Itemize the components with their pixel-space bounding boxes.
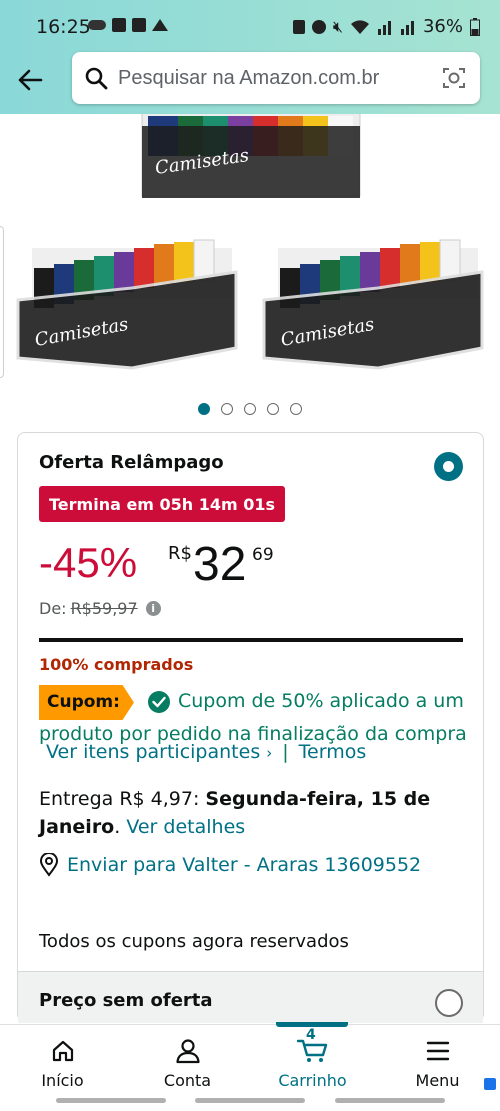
gesture-bar-left [56, 1098, 166, 1103]
offer-card: Oferta Relâmpago Termina em 05h 14m 01s … [17, 432, 484, 1023]
top-search-bar [0, 52, 500, 114]
offer-title: Oferta Relâmpago [39, 452, 224, 473]
pagination-dot[interactable] [267, 403, 279, 415]
view-participating-items-link[interactable]: Ver itens participantes › [46, 741, 272, 763]
lock-icon [292, 19, 305, 34]
signal-icon [377, 20, 391, 35]
link-separator: | [282, 741, 289, 763]
price-fraction: 69 [252, 545, 274, 565]
coupon-links: Ver itens participantes › | Termos [46, 741, 366, 763]
nav-home[interactable]: Início [0, 1025, 125, 1095]
product-image-3: Camisetas [262, 239, 484, 370]
search-icon [85, 67, 108, 90]
offer-radio-selected[interactable] [434, 452, 463, 481]
status-bar: 16:25 🔇︎ 36% [0, 0, 500, 52]
location-pin-icon [39, 853, 59, 877]
nav-menu-label: Menu [415, 1071, 460, 1090]
mountain-icon [152, 19, 168, 31]
nav-cart[interactable]: 4 Carrinho [250, 1025, 375, 1095]
chevron-right-icon: › [266, 744, 273, 762]
nav-menu[interactable]: Menu [375, 1025, 500, 1095]
no-deal-radio[interactable] [435, 989, 463, 1017]
status-time: 16:25 [36, 16, 91, 38]
menu-icon [426, 1037, 450, 1065]
price-whole: 32 [193, 538, 247, 591]
price-currency: R$ [168, 543, 192, 564]
pagination-dot[interactable] [221, 403, 233, 415]
list-price-value: R$59,97 [70, 599, 138, 618]
image-pagination-dots[interactable] [198, 403, 302, 415]
camera-scan-icon[interactable] [442, 66, 466, 90]
gallery-side-edge [0, 226, 4, 378]
gesture-bar-right [335, 1098, 445, 1103]
all-coupons-reserved: Todos os cupons agora reservados [39, 931, 349, 952]
mute-icon: 🔇︎ [332, 16, 343, 36]
info-icon[interactable]: i [145, 601, 161, 616]
alarm-icon [311, 19, 326, 34]
claimed-text: 100% comprados [39, 655, 194, 674]
pagination-dot[interactable] [244, 403, 256, 415]
claimed-progress-bar [39, 638, 463, 642]
ship-to-text: Enviar para Valter - Araras 13609552 [67, 854, 422, 876]
bottom-navigation: Início Conta 4 Carrinho Menu [0, 1022, 500, 1095]
battery-level: 36% [422, 16, 463, 37]
signal-icon-2 [400, 20, 414, 35]
nav-account-label: Conta [163, 1071, 212, 1090]
deal-countdown-badge: Termina em 05h 14m 01s [39, 486, 286, 522]
pagination-dot[interactable] [290, 403, 302, 415]
no-deal-price-option[interactable]: Preço sem oferta [18, 971, 483, 1023]
wifi-icon [350, 19, 369, 34]
pagination-dot[interactable] [198, 403, 210, 415]
home-icon [51, 1037, 75, 1065]
discount-percent: -45% [39, 539, 138, 586]
list-price-label: De: [39, 599, 67, 618]
person-icon [175, 1037, 201, 1065]
back-button[interactable] [12, 62, 48, 98]
product-image-gallery[interactable]: Camisetas Camisetas Camisetas [0, 114, 500, 384]
terms-link[interactable]: Termos [299, 741, 367, 763]
ifood-icon [88, 20, 106, 30]
gallery-icon [132, 18, 146, 32]
status-notification-icons [88, 18, 168, 32]
coupon-tag: Cupom: [39, 685, 134, 720]
coupon-row: Cupom: Cupom de 50% aplicado a um produto… [39, 685, 469, 749]
delivery-details-link[interactable]: Ver detalhes [126, 816, 245, 838]
status-system-icons: 🔇︎ 36% [292, 16, 480, 37]
no-deal-label: Preço sem oferta [39, 990, 213, 1011]
checkbox-icon [112, 18, 126, 32]
checkmark-icon [147, 690, 170, 713]
product-image-2: Camisetas [16, 239, 238, 370]
delivery-prefix: Entrega R$ 4,97: [39, 788, 206, 810]
arrow-left-icon [18, 69, 43, 91]
delivery-info: Entrega R$ 4,97: Segunda-feira, 15 de Ja… [39, 788, 431, 838]
gesture-bar-center[interactable] [195, 1098, 305, 1103]
search-box[interactable] [72, 52, 480, 104]
product-image-1: Camisetas [141, 114, 361, 198]
cart-count-badge: 4 [306, 1027, 316, 1043]
nav-home-label: Início [41, 1071, 84, 1090]
nav-cart-label: Carrinho [278, 1071, 347, 1090]
nav-account[interactable]: Conta [125, 1025, 250, 1095]
search-input[interactable] [118, 62, 428, 94]
battery-icon [470, 17, 480, 36]
ship-to-link[interactable]: Enviar para Valter - Araras 13609552 [39, 853, 421, 877]
briefcase-icon [484, 1078, 496, 1090]
list-price: De: R$59,97 i [39, 599, 161, 618]
